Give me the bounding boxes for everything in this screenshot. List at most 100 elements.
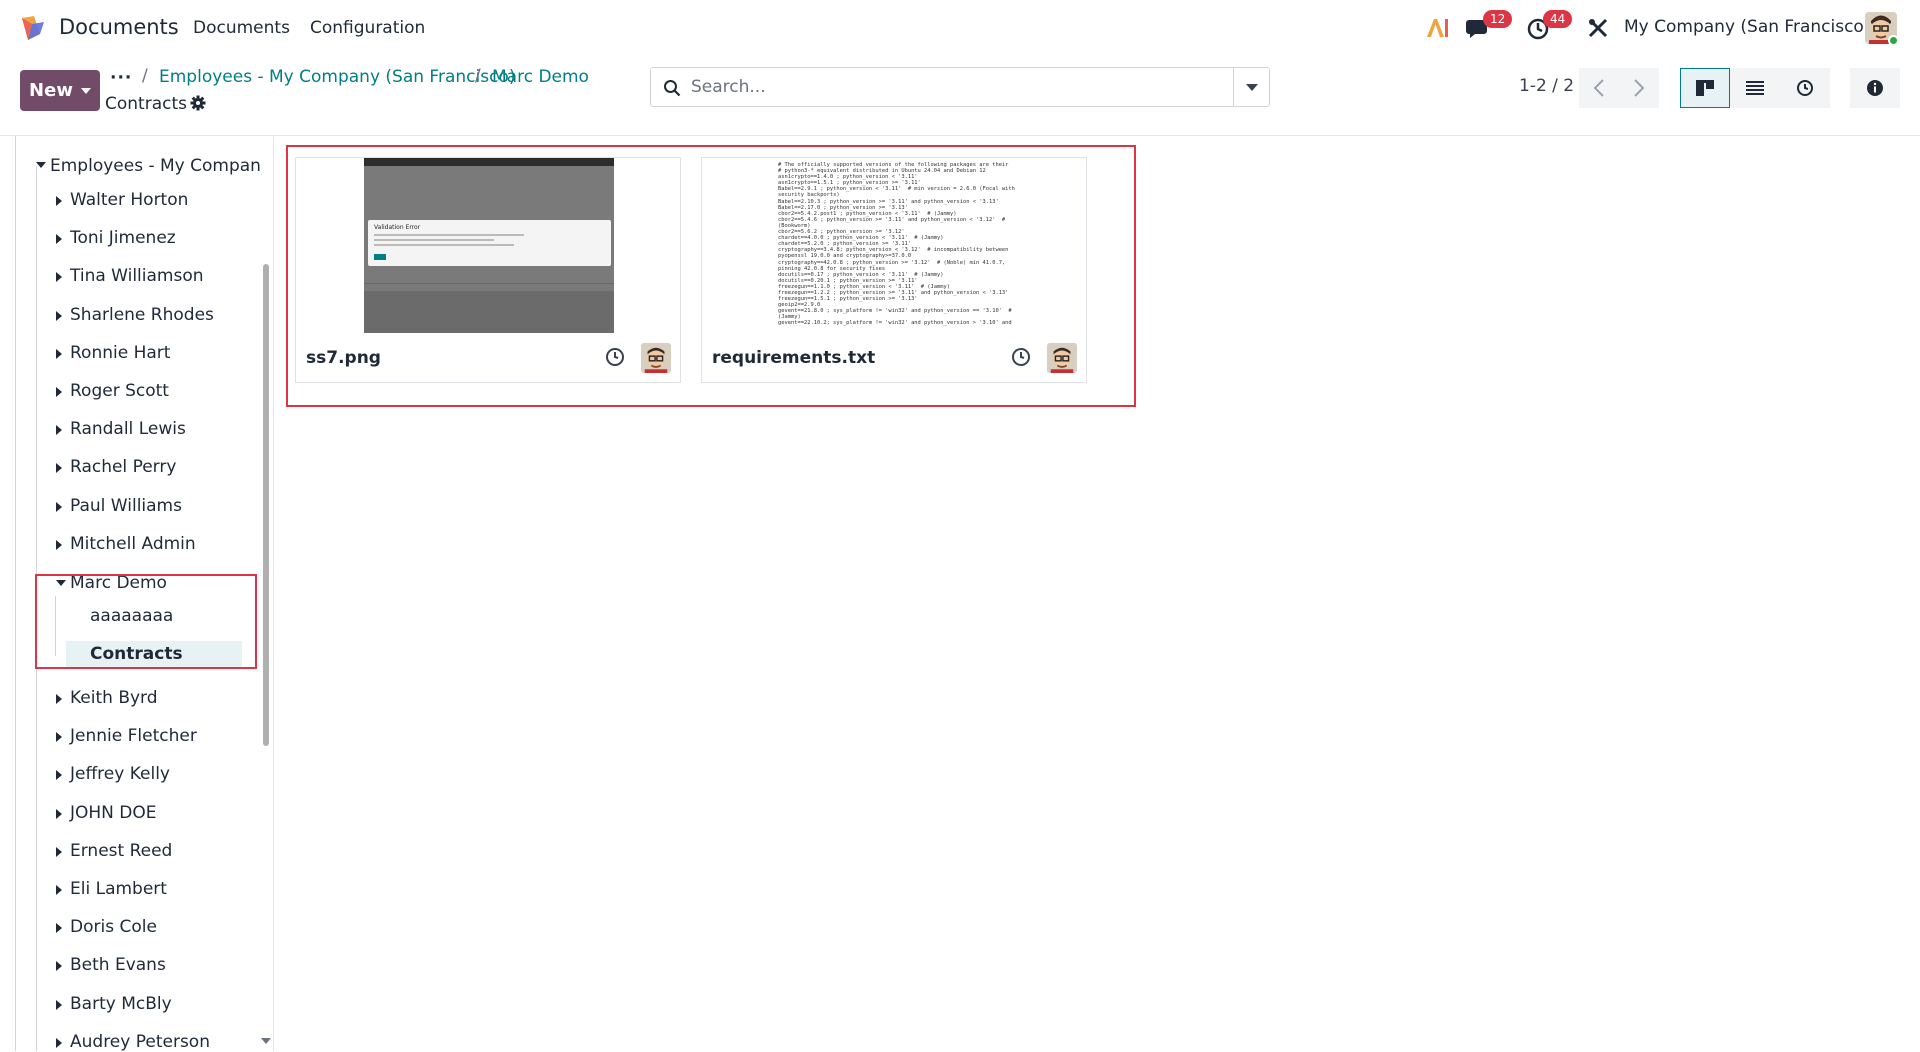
caret-right-icon[interactable] [56, 234, 62, 245]
caret-right-icon[interactable] [56, 463, 62, 474]
gear-icon[interactable] [190, 95, 206, 111]
document-card-ss7[interactable]: Validation Error ss7.png [295, 157, 681, 383]
caret-right-icon[interactable] [56, 348, 62, 359]
folder-item[interactable]: Barty McBly [70, 994, 172, 1014]
pager-next-button[interactable] [1619, 68, 1659, 108]
owner-avatar[interactable] [641, 343, 671, 373]
thumbnail-line [374, 244, 514, 246]
clock-icon [1797, 80, 1813, 96]
caret-right-icon[interactable] [56, 732, 62, 743]
caret-right-icon[interactable] [56, 1037, 62, 1048]
kanban-view-button[interactable] [1680, 68, 1730, 108]
sidebar-scrollbar[interactable] [263, 264, 269, 746]
folder-item[interactable]: Keith Byrd [70, 688, 158, 708]
page-title: Contracts [105, 94, 187, 114]
pager-value[interactable]: 1-2 / 2 [1519, 76, 1574, 96]
folder-item[interactable]: Ronnie Hart [70, 343, 170, 363]
search-options-toggle[interactable] [1233, 68, 1270, 106]
caret-right-icon[interactable] [56, 885, 62, 895]
thumbnail-footer [364, 291, 614, 333]
thumbnail-dialog: Validation Error [368, 220, 611, 266]
pager-previous-button[interactable] [1579, 68, 1619, 108]
activity-clock-icon[interactable] [605, 347, 625, 367]
folder-item[interactable]: Jeffrey Kelly [70, 764, 170, 784]
folder-item[interactable]: Mitchell Admin [70, 534, 196, 554]
folder-item[interactable]: Doris Cole [70, 917, 157, 937]
document-name[interactable]: requirements.txt [712, 348, 875, 368]
owner-avatar[interactable] [1047, 343, 1077, 373]
caret-right-icon[interactable] [56, 846, 62, 857]
caret-right-icon[interactable] [56, 961, 62, 972]
document-card-requirements[interactable]: # The officially supported versions of t… [701, 157, 1087, 383]
caret-right-icon[interactable] [56, 196, 62, 206]
ai-icon[interactable] [1425, 17, 1449, 39]
caret-right-icon[interactable] [56, 310, 62, 321]
app-title[interactable]: Documents [59, 15, 179, 39]
folder-item[interactable]: Audrey Peterson [70, 1032, 210, 1052]
caret-down-icon[interactable] [36, 162, 46, 168]
caret-right-icon[interactable] [56, 808, 62, 819]
messages-badge: 12 [1483, 10, 1513, 28]
thumbnail-line [364, 283, 614, 284]
caret-right-icon[interactable] [56, 387, 62, 397]
company-switcher[interactable]: My Company (San Francisco) [1624, 17, 1870, 37]
breadcrumb-marc-demo[interactable]: Marc Demo [492, 67, 589, 87]
folder-item[interactable]: Roger Scott [70, 381, 169, 401]
breadcrumb-employees[interactable]: Employees - My Company (San Francisco) [159, 67, 515, 87]
caret-right-icon[interactable] [56, 694, 62, 704]
folder-item[interactable]: Paul Williams [70, 496, 182, 516]
activity-clock-icon[interactable] [1011, 347, 1031, 367]
caret-right-icon[interactable] [56, 770, 62, 781]
chevron-down-icon [1246, 83, 1258, 91]
folder-item[interactable]: Jennie Fletcher [70, 726, 197, 746]
folder-item[interactable]: Tina Williamson [70, 266, 204, 286]
thumbnail-line [374, 239, 494, 241]
online-status-dot [1888, 35, 1899, 46]
chevron-right-icon [1634, 79, 1645, 97]
folder-item[interactable]: JOHN DOE [70, 803, 157, 823]
thumbnail-dialog-title: Validation Error [374, 224, 421, 231]
scroll-down-arrow-icon[interactable] [261, 1038, 271, 1044]
folder-item[interactable]: Eli Lambert [70, 879, 167, 899]
folder-item[interactable]: Toni Jimenez [70, 228, 176, 248]
folder-item[interactable]: Rachel Perry [70, 457, 176, 477]
caret-right-icon[interactable] [56, 999, 62, 1010]
caret-right-icon[interactable] [56, 501, 62, 512]
folder-item[interactable]: Randall Lewis [70, 419, 186, 439]
document-name[interactable]: ss7.png [306, 348, 381, 368]
folder-item[interactable]: Beth Evans [70, 955, 166, 975]
menu-configuration[interactable]: Configuration [310, 18, 425, 38]
activity-view-button[interactable] [1780, 68, 1830, 108]
chevron-down-icon [80, 87, 91, 94]
documents-app-icon[interactable] [18, 14, 46, 42]
menu-documents[interactable]: Documents [193, 18, 290, 38]
new-button[interactable]: New [20, 70, 100, 111]
tools-icon[interactable] [1587, 17, 1609, 39]
highlight-frame [35, 574, 257, 669]
text-thumbnail[interactable]: # The officially supported versions of t… [770, 158, 1020, 333]
caret-right-icon[interactable] [56, 272, 62, 283]
breadcrumb-more-button[interactable]: ··· [110, 68, 132, 88]
breadcrumb-separator: / [475, 66, 481, 86]
folder-item[interactable]: Walter Horton [70, 190, 188, 210]
chevron-left-icon [1593, 79, 1604, 97]
top-navbar: Documents Documents Configuration 12 44 … [0, 0, 1920, 56]
activities-badge: 44 [1543, 10, 1573, 28]
thumbnail-line [374, 234, 524, 236]
text-preview: # The officially supported versions of t… [778, 162, 1015, 327]
folder-item[interactable]: Ernest Reed [70, 841, 172, 861]
search-input[interactable] [691, 73, 1211, 101]
list-icon [1746, 81, 1764, 95]
caret-right-icon[interactable] [56, 539, 62, 550]
search-icon [664, 80, 681, 97]
thumbnail-button [374, 254, 386, 260]
details-panel-button[interactable] [1850, 68, 1900, 108]
folder-item[interactable]: Sharlene Rhodes [70, 305, 214, 325]
list-view-button[interactable] [1730, 68, 1780, 108]
caret-right-icon[interactable] [56, 425, 62, 436]
folder-root[interactable]: Employees - My Compan [50, 156, 261, 176]
folder-tree-sidebar: Employees - My Compan Walter Horton Toni … [0, 136, 274, 1052]
tree-guide-line [15, 136, 16, 1051]
caret-right-icon[interactable] [56, 923, 62, 934]
image-thumbnail[interactable]: Validation Error [364, 158, 614, 333]
